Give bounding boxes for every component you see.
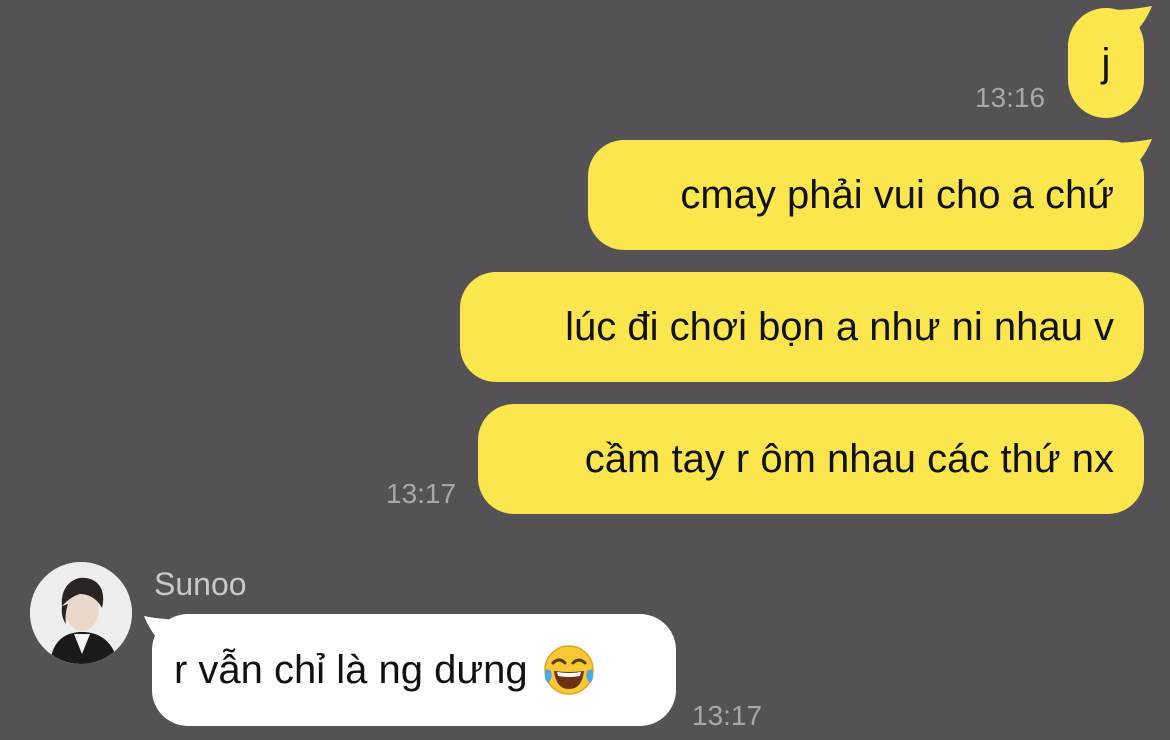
chat-view: j 13:16 cmay phải vui cho a chứ lúc đi c… — [0, 0, 1170, 740]
message-text: cầm tay r ôm nhau các thứ nx — [584, 437, 1114, 481]
profile-photo-icon — [30, 562, 132, 664]
message-timestamp: 13:16 — [975, 82, 1046, 113]
message-text: r vẫn chỉ là ng dưng — [174, 648, 528, 692]
outgoing-message-bubble[interactable]: cmay phải vui cho a chứ — [588, 140, 1144, 250]
message-text: lúc đi chơi bọn a như ni nhau v — [565, 305, 1114, 349]
message-text: j — [1101, 41, 1111, 85]
avatar[interactable] — [30, 562, 132, 664]
message-timestamp: 13:17 — [386, 478, 457, 509]
face-with-tears-of-joy-icon — [543, 645, 594, 695]
bubble-tail-icon — [144, 616, 184, 646]
bubble-tail-icon — [1112, 139, 1152, 169]
message-timestamp: 13:17 — [692, 700, 763, 731]
outgoing-message-bubble[interactable]: cầm tay r ôm nhau các thứ nx — [478, 404, 1144, 514]
incoming-message-bubble[interactable]: r vẫn chỉ là ng dưng — [152, 614, 676, 726]
bubble-tail-icon — [1112, 6, 1152, 36]
message-text: cmay phải vui cho a chứ — [680, 173, 1114, 217]
sender-name: Sunoo — [154, 566, 247, 602]
outgoing-message-bubble[interactable]: lúc đi chơi bọn a như ni nhau v — [460, 272, 1144, 382]
